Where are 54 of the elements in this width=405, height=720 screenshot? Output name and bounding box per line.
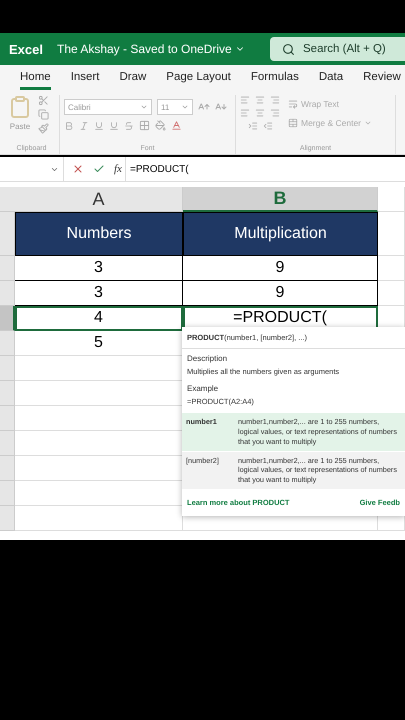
column-header[interactable]: B: [183, 187, 378, 212]
outdent-icon[interactable]: [262, 121, 272, 131]
ribbon-tab[interactable]: Page Layout: [166, 67, 231, 90]
italic-icon[interactable]: [79, 120, 89, 130]
formula-bar[interactable]: fx =PRODUCT(: [0, 157, 405, 182]
ribbon-tab[interactable]: Draw: [119, 67, 146, 90]
row-header[interactable]: [0, 306, 15, 331]
insert-function-button[interactable]: fx: [114, 163, 122, 175]
copy-icon[interactable]: [38, 109, 49, 120]
bold-icon[interactable]: [64, 120, 74, 130]
wrap-text-icon[interactable]: [288, 99, 298, 109]
table-cell[interactable]: 3: [15, 256, 183, 281]
chevron-down-icon[interactable]: [364, 119, 372, 127]
example-heading: Example: [187, 384, 220, 393]
cut-icon[interactable]: [38, 95, 49, 106]
cancel-icon[interactable]: [72, 163, 84, 175]
grid-cell[interactable]: [378, 281, 405, 306]
double-underline-icon[interactable]: [109, 120, 119, 130]
align-right-icon[interactable]: [270, 108, 280, 118]
align-center-icon[interactable]: [255, 108, 265, 118]
grid-cell[interactable]: [378, 187, 405, 212]
search-field[interactable]: Search (Alt + Q): [270, 37, 405, 61]
strikethrough-icon[interactable]: [124, 120, 134, 130]
underline-icon[interactable]: [94, 120, 104, 130]
table-cell[interactable]: 4: [15, 306, 183, 331]
table-header-cell: Numbers: [15, 212, 183, 256]
grid-cell[interactable]: [378, 256, 405, 281]
align-left-icon[interactable]: [240, 108, 250, 118]
column-header[interactable]: A: [15, 187, 183, 212]
app-title: Excel: [9, 42, 43, 56]
chevron-down-icon[interactable]: [140, 103, 148, 111]
table-cell[interactable]: =PRODUCT(: [183, 306, 378, 331]
grid-cell[interactable]: [378, 212, 405, 256]
enter-icon[interactable]: [93, 163, 105, 175]
borders-icon[interactable]: [139, 120, 150, 131]
table-cell[interactable]: 3: [15, 281, 183, 306]
search-icon: [282, 42, 295, 56]
indent-icon[interactable]: [248, 121, 258, 131]
format-painter-icon[interactable]: [38, 123, 49, 134]
table-cell[interactable]: 9: [183, 256, 378, 281]
font-color-icon[interactable]: [171, 120, 182, 131]
select-all-corner[interactable]: [0, 187, 15, 212]
chevron-down-icon[interactable]: [181, 103, 189, 111]
description-heading: Description: [187, 354, 228, 363]
ribbon-tab[interactable]: Review: [363, 67, 401, 90]
table-cell[interactable]: 9: [183, 281, 378, 306]
ribbon-tab[interactable]: Data: [318, 67, 344, 90]
table-header-cell: Multiplication: [183, 212, 378, 256]
document-title[interactable]: The Akshay - Saved to OneDrive: [56, 42, 245, 56]
ribbon-tab[interactable]: Formulas: [250, 67, 299, 90]
merge-cells-icon[interactable]: [288, 118, 298, 128]
fill-color-icon[interactable]: [155, 120, 166, 131]
ribbon-tab[interactable]: Insert: [70, 67, 100, 90]
paste-icon[interactable]: [8, 95, 32, 119]
